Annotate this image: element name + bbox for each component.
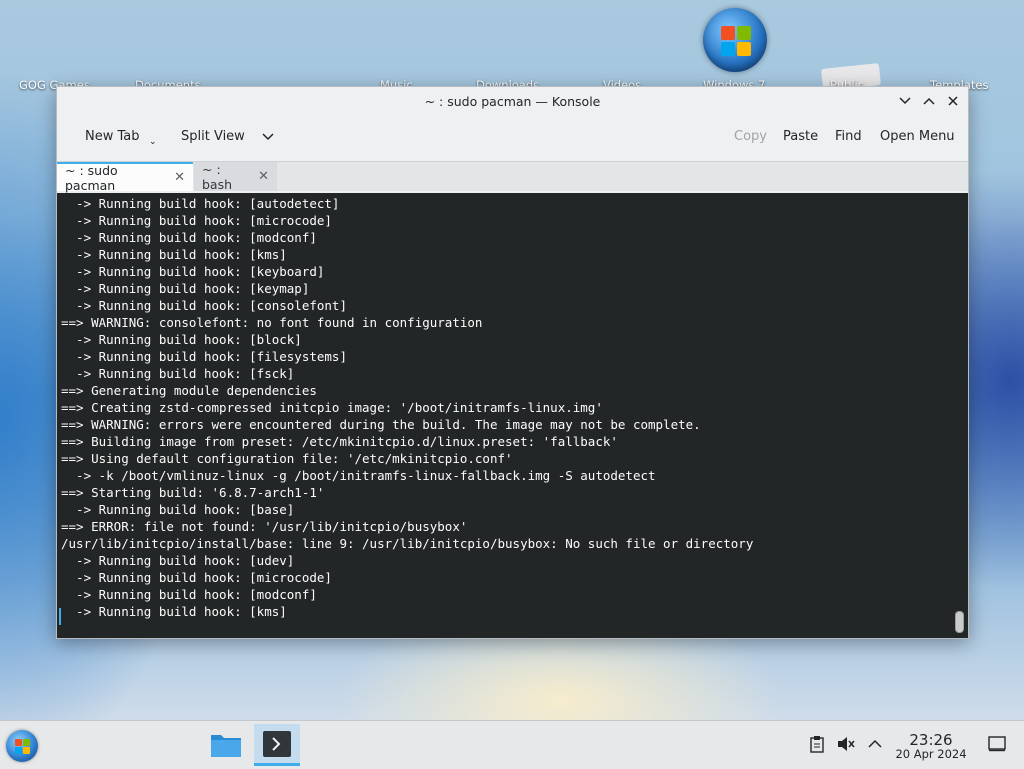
close-tab-icon[interactable]: ✕ <box>258 169 269 184</box>
terminal-line: -> Running build hook: [block] <box>61 332 302 347</box>
terminal-icon <box>263 730 291 757</box>
tab-label: ~ : bash <box>202 161 233 192</box>
clipboard-icon[interactable] <box>808 734 826 754</box>
chevron-up-icon[interactable] <box>866 734 884 754</box>
terminal-line: -> -k /boot/vmlinuz-linux -g /boot/initr… <box>61 468 656 483</box>
terminal-line: -> Running build hook: [modconf] <box>61 230 317 245</box>
terminal-line: -> Running build hook: [filesystems] <box>61 349 347 364</box>
split-view-button[interactable]: Split View <box>181 129 245 144</box>
terminal-line: -> Running build hook: [microcode] <box>61 570 332 585</box>
terminal-line: -> Running build hook: [microcode] <box>61 213 332 228</box>
copy-button[interactable]: Copy <box>734 129 767 144</box>
konsole-window[interactable]: ~ : sudo pacman — Konsole New Tab ⌄ Spli… <box>56 86 969 639</box>
windows-7-logo-icon[interactable] <box>703 8 767 72</box>
terminal-line: -> Running build hook: [consolefont] <box>61 298 347 313</box>
terminal-line-marker <box>59 608 61 625</box>
terminal-line: -> Running build hook: [modconf] <box>61 587 317 602</box>
tab-label: ~ : sudo pacman <box>65 162 118 193</box>
tab-bar: ~ : sudo pacman ✕ ~ : bash ✕ <box>57 161 968 193</box>
terminal-line: ==> ERROR: file not found: '/usr/lib/ini… <box>61 519 468 534</box>
close-button[interactable] <box>944 92 962 110</box>
terminal-line: ==> Using default configuration file: '/… <box>61 451 513 466</box>
window-title: ~ : sudo pacman — Konsole <box>424 93 601 109</box>
new-tab-button[interactable]: New Tab ⌄ <box>85 129 157 147</box>
split-view-dropdown-button[interactable] <box>262 129 274 145</box>
terminal-scrollbar[interactable] <box>955 195 964 633</box>
chevron-down-icon <box>899 97 911 105</box>
toolbar: New Tab ⌄ Split View Copy Paste Find Ope… <box>57 115 968 161</box>
terminal-line: -> Running build hook: [keymap] <box>61 281 310 296</box>
terminal-line: -> Running build hook: [kms] <box>61 604 287 619</box>
open-menu-button[interactable]: Open Menu <box>880 129 955 144</box>
terminal-line: -> Running build hook: [base] <box>61 502 295 517</box>
taskbar-konsole[interactable] <box>254 724 300 766</box>
terminal-line: -> Running build hook: [keyboard] <box>61 264 325 279</box>
terminal-line: -> Running build hook: [udev] <box>61 553 295 568</box>
terminal-lines: -> Running build hook: [autodetect] -> R… <box>61 195 753 620</box>
scrollbar-thumb[interactable] <box>955 611 964 633</box>
clock-date[interactable]: 20 Apr 2024 <box>889 747 973 761</box>
split-view-label: Split View <box>181 129 245 144</box>
tab-sudo-pacman[interactable]: ~ : sudo pacman ✕ <box>57 162 193 193</box>
new-tab-dropdown-icon[interactable]: ⌄ <box>149 137 157 147</box>
chevron-up-icon <box>923 97 935 105</box>
terminal-line: -> Running build hook: [autodetect] <box>61 196 340 211</box>
folder-icon <box>211 735 241 757</box>
terminal-line: ==> WARNING: consolefont: no font found … <box>61 315 483 330</box>
tab-bash[interactable]: ~ : bash ✕ <box>194 161 277 192</box>
terminal-output[interactable]: -> Running build hook: [autodetect] -> R… <box>57 193 968 638</box>
terminal-line: ==> Creating zstd-compressed initcpio im… <box>61 400 603 415</box>
terminal-line: ==> Starting build: '6.8.7-arch1-1' <box>61 485 325 500</box>
terminal-line: ==> Building image from preset: /etc/mki… <box>61 434 618 449</box>
chevron-down-icon <box>262 133 274 141</box>
find-button[interactable]: Find <box>835 129 862 144</box>
title-bar[interactable]: ~ : sudo pacman — Konsole <box>57 87 968 115</box>
terminal-line: -> Running build hook: [kms] <box>61 247 287 262</box>
terminal-line: -> Running build hook: [fsck] <box>61 366 295 381</box>
taskbar-file-manager[interactable] <box>203 724 249 766</box>
start-menu-icon[interactable] <box>6 730 38 762</box>
close-icon <box>948 96 958 106</box>
new-tab-label: New Tab <box>85 129 140 144</box>
paste-button[interactable]: Paste <box>783 129 818 144</box>
terminal-line: ==> WARNING: errors were encountered dur… <box>61 417 701 432</box>
terminal-line: /usr/lib/initcpio/install/base: line 9: … <box>61 536 754 551</box>
show-desktop-icon[interactable] <box>988 734 1006 754</box>
maximize-button[interactable] <box>920 92 938 110</box>
minimize-button[interactable] <box>896 92 914 110</box>
terminal-line: ==> Generating module dependencies <box>61 383 317 398</box>
volume-muted-icon[interactable] <box>837 734 855 754</box>
close-tab-icon[interactable]: ✕ <box>174 170 185 185</box>
